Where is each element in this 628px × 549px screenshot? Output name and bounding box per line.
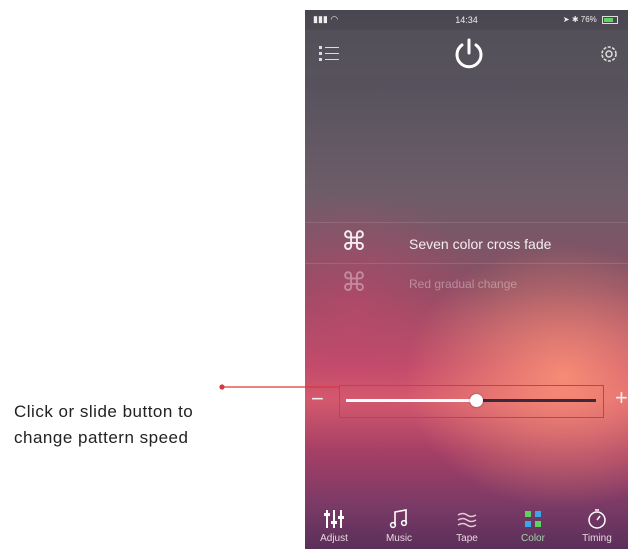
annotation-leader-line [219, 384, 339, 390]
annotation-highlight-box [339, 385, 604, 418]
annotation-line-1: Click or slide button to [14, 402, 194, 421]
annotation-text: Click or slide button to change pattern … [14, 399, 193, 451]
annotation-line-2: change pattern speed [14, 428, 189, 447]
